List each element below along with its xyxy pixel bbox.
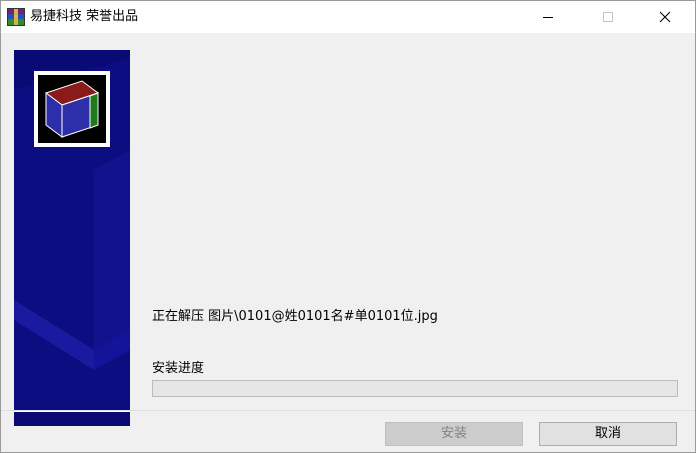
winrar-app-icon [7,8,25,26]
maximize-icon [603,12,613,22]
title-bar[interactable]: 易捷科技 荣誉出品 [1,1,695,33]
logo-frame [34,71,110,147]
sidebar-banner [14,50,130,426]
installer-window: 易捷科技 荣誉出品 正在解压 图片\0101@姓0101名#单0101位.jpg… [0,0,696,453]
logo-background [38,75,106,143]
install-progress-bar [152,380,678,397]
minimize-button[interactable] [525,1,571,33]
winrar-box-icon [44,80,100,138]
footer-divider [1,410,695,411]
install-button[interactable]: 安装 [385,422,523,446]
close-icon [659,11,671,23]
progress-label: 安装进度 [152,361,205,376]
close-button[interactable] [642,1,688,33]
window-title: 易捷科技 荣誉出品 [30,9,139,24]
extract-status: 正在解压 图片\0101@姓0101名#单0101位.jpg [152,309,438,324]
minimize-icon [543,17,553,18]
cancel-button[interactable]: 取消 [539,422,677,446]
maximize-button[interactable] [585,1,631,33]
